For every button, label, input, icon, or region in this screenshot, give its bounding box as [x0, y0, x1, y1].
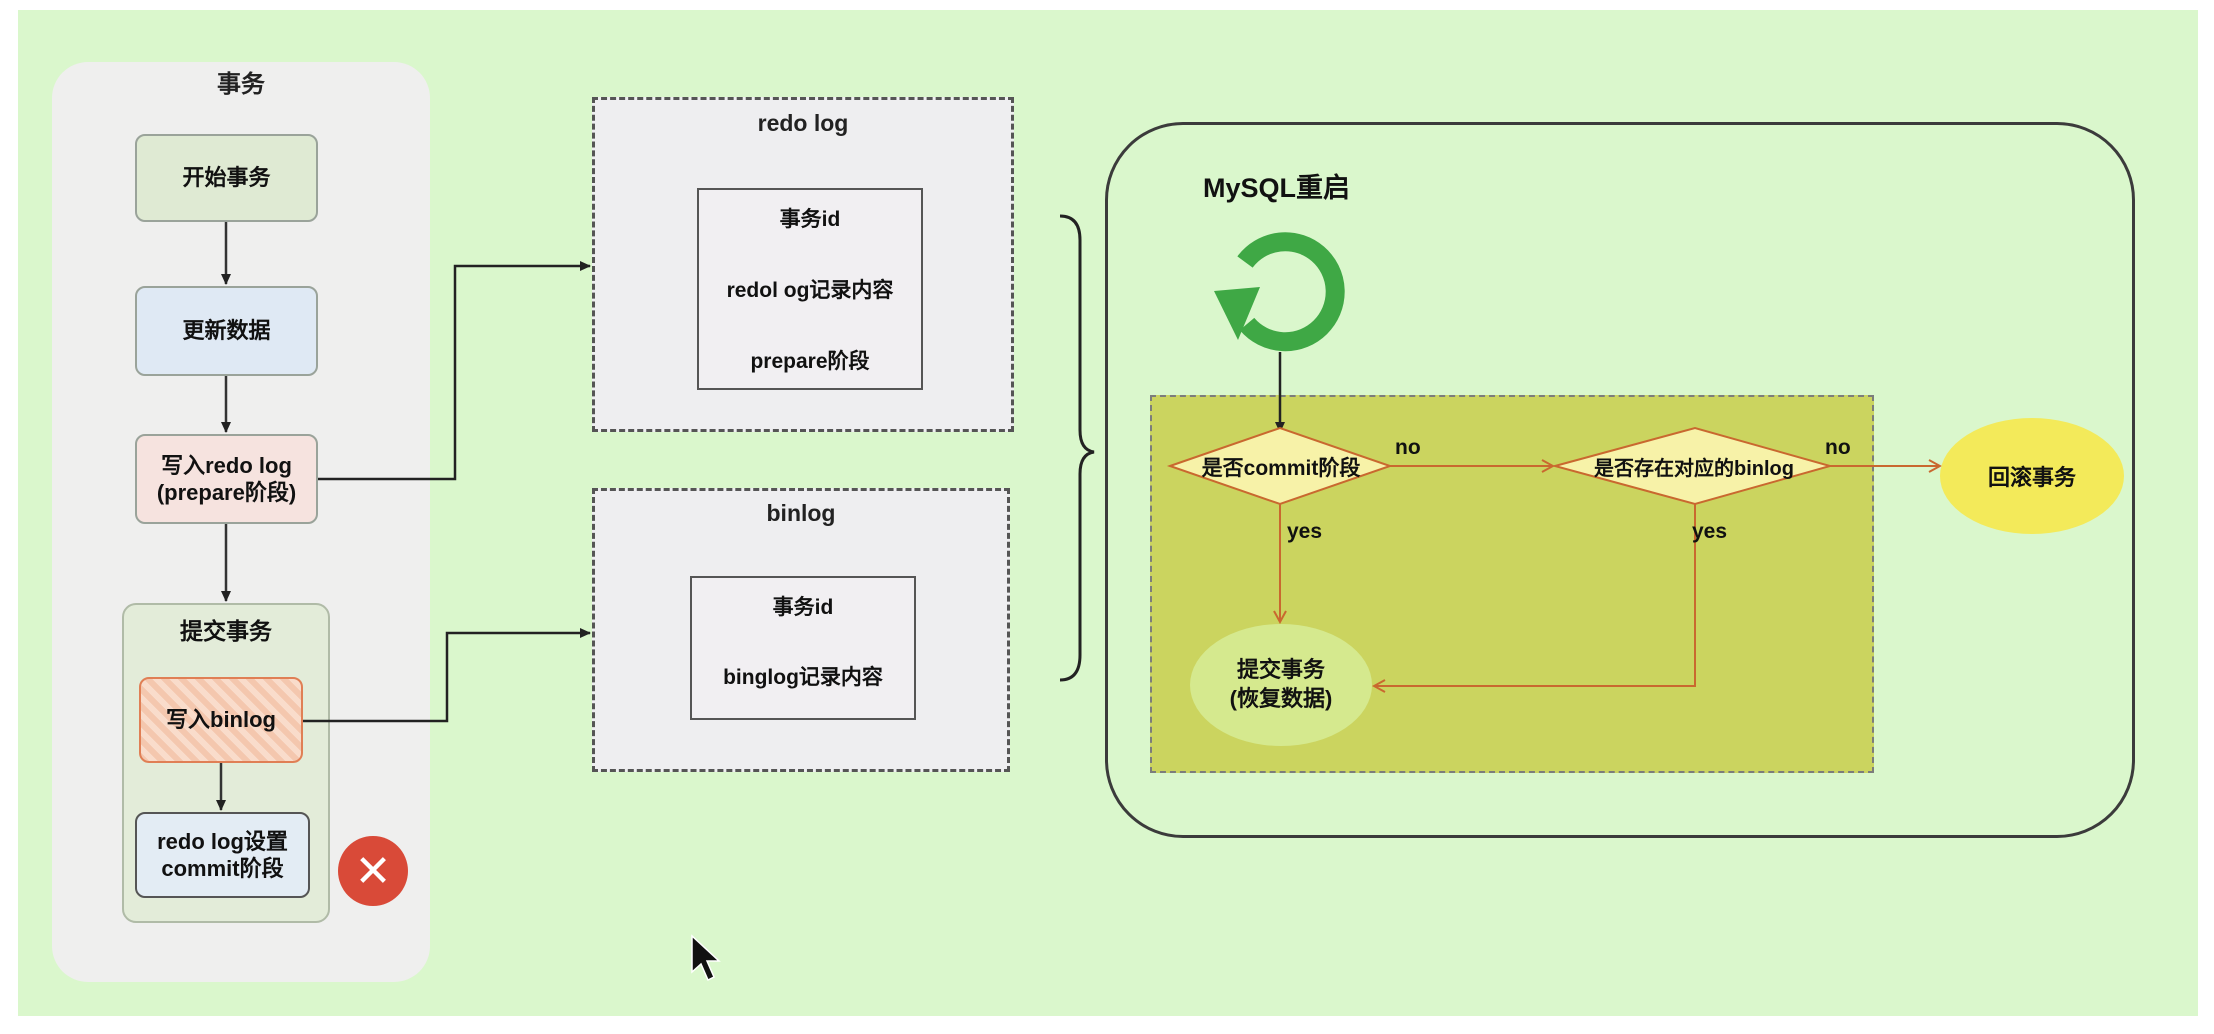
q1-label: 是否commit阶段 — [1201, 457, 1361, 480]
commit-recover-line2: (恢复数据) — [1229, 686, 1333, 711]
arrow-q2-yes-to-commit — [1374, 504, 1696, 686]
q2-no-label: no — [1825, 436, 1851, 459]
commit-recover-line1: 提交事务 — [1236, 657, 1325, 683]
q2-yes-label: yes — [1692, 520, 1728, 543]
diagram-connectors — [216, 214, 2214, 982]
q1-yes-label: yes — [1287, 520, 1323, 543]
arrow-redo-to-redo-log-box — [318, 261, 591, 481]
arrow-binlog-to-binlog-box — [303, 628, 591, 723]
rollback-circle: 回滚事务 — [1940, 418, 2124, 534]
q2-label: 是否存在对应的binlog — [1594, 458, 1794, 480]
commit-recover-circle: 提交事务 (恢复数据) — [1190, 624, 1372, 746]
curly-brace — [1059, 214, 1095, 682]
q1-no-label: no — [1395, 436, 1421, 459]
rollback-label: 回滚事务 — [1987, 465, 2076, 490]
diagram-canvas: 事务 开始事务 更新数据 写入redo log (prepare阶段) 提交事务… — [0, 0, 2214, 1034]
mouse-cursor-icon — [691, 934, 721, 982]
restart-icon — [1214, 232, 1345, 352]
